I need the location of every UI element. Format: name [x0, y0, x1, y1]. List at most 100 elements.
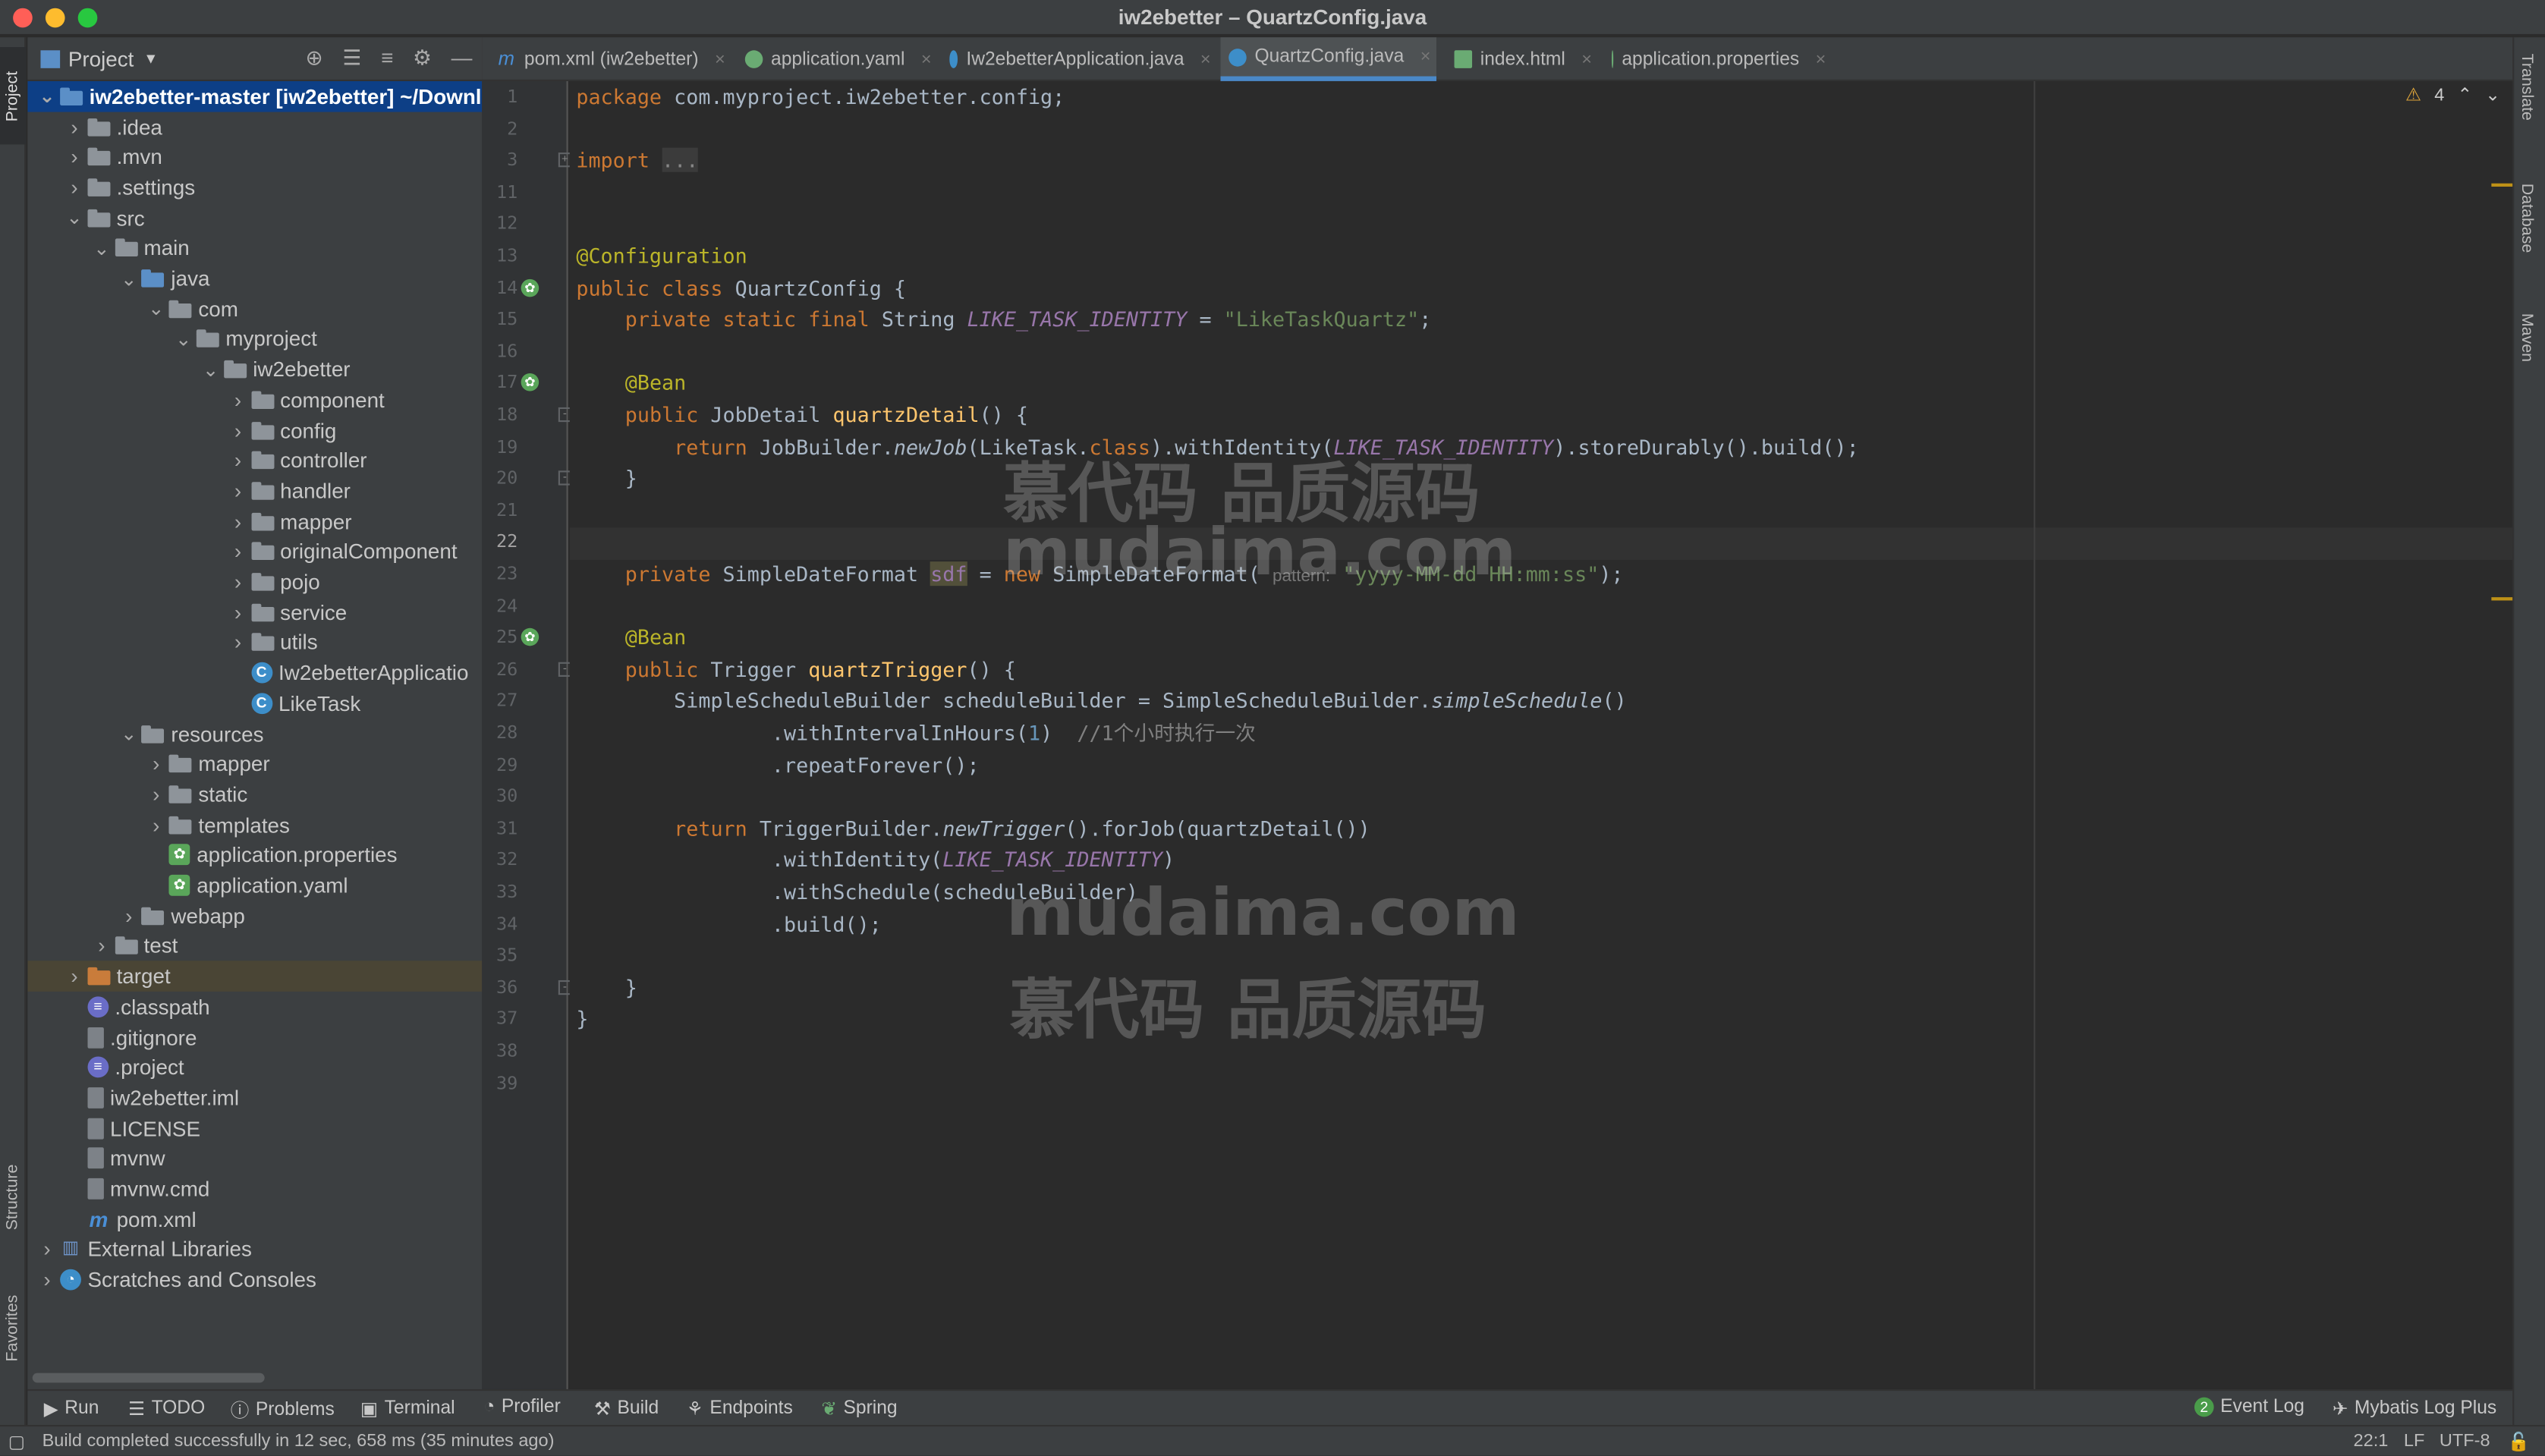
todo-tool-button[interactable]: ☰ TODO — [128, 1398, 205, 1420]
warning-marker[interactable] — [2491, 183, 2513, 187]
chevron-right-icon[interactable]: › — [228, 539, 248, 564]
line-number[interactable]: 27 — [482, 685, 517, 717]
tree-item[interactable]: C LikeTask — [27, 688, 482, 719]
caret-position[interactable]: 22:1 — [2354, 1432, 2389, 1451]
event-log-button[interactable]: 2 Event Log — [2194, 1397, 2304, 1417]
line-number[interactable]: 34 — [482, 908, 517, 940]
terminal-tool-button[interactable]: ▣ Terminal — [360, 1398, 455, 1420]
chevron-down-icon[interactable]: ⌄ — [201, 358, 221, 381]
tree-item[interactable]: › .idea — [27, 112, 482, 142]
minimize-window-button[interactable] — [45, 8, 65, 28]
chevron-right-icon[interactable]: › — [64, 115, 84, 139]
database-tool-tab[interactable]: Database — [2518, 184, 2536, 253]
line-number[interactable]: 36 — [482, 972, 517, 1004]
tree-item[interactable]: › originalComponent — [27, 536, 482, 567]
tree-item[interactable]: › mapper — [27, 749, 482, 779]
run-tool-button[interactable]: ▶ Run — [44, 1398, 99, 1420]
line-number[interactable]: 21 — [482, 495, 517, 527]
line-number[interactable]: 2 — [482, 113, 517, 145]
code-line[interactable]: package com.myproject.iw2ebetter.config; — [576, 81, 1065, 113]
close-icon[interactable]: × — [715, 49, 725, 69]
tree-item[interactable]: .gitignore — [27, 1022, 482, 1052]
code-line[interactable]: public Trigger quartzTrigger() { — [576, 654, 1016, 686]
maven-tool-tab[interactable]: Maven — [2518, 313, 2536, 362]
close-icon[interactable]: × — [1816, 49, 1826, 69]
locate-icon[interactable]: ⊕ — [306, 46, 323, 71]
chevron-down-icon[interactable]: ⌄ — [37, 85, 57, 108]
expand-all-icon[interactable]: ☰ — [343, 46, 362, 71]
chevron-right-icon[interactable]: › — [64, 964, 84, 989]
editor-tab[interactable]: application.yaml × — [737, 37, 932, 81]
line-number[interactable]: 13 — [482, 241, 517, 272]
bean-gutter-icon[interactable]: ✿ — [521, 278, 540, 297]
chevron-right-icon[interactable]: › — [64, 145, 84, 169]
line-number[interactable]: 22 — [482, 527, 517, 558]
chevron-down-icon[interactable]: ⌄ — [92, 237, 112, 259]
tree-item[interactable]: ⌄ java — [27, 263, 482, 294]
tree-item[interactable]: › target — [27, 961, 483, 992]
line-number[interactable]: 31 — [482, 813, 517, 844]
bean-gutter-icon[interactable]: ✿ — [521, 628, 540, 646]
close-icon[interactable]: × — [1581, 49, 1592, 69]
chevron-right-icon[interactable]: › — [228, 448, 248, 473]
chevron-right-icon[interactable]: › — [37, 1268, 57, 1292]
tree-item[interactable]: › component — [27, 385, 482, 415]
lock-icon[interactable]: 🔓 — [2508, 1432, 2530, 1453]
line-number[interactable]: 3 — [482, 145, 517, 177]
chevron-right-icon[interactable]: › — [37, 1237, 57, 1262]
tree-item[interactable]: ⌄ main — [27, 233, 482, 263]
code-line[interactable]: @Bean — [576, 367, 687, 399]
tree-item[interactable]: ⌄ resources — [27, 719, 482, 749]
line-number[interactable]: 18 — [482, 399, 517, 431]
line-number[interactable]: 32 — [482, 844, 517, 876]
file-encoding[interactable]: UTF-8 — [2440, 1432, 2490, 1451]
code-editor[interactable]: package com.myproject.iw2ebetter.config;… — [569, 80, 2513, 1389]
tree-item[interactable]: › webapp — [27, 901, 482, 931]
chevron-right-icon[interactable]: › — [146, 813, 166, 837]
line-number[interactable]: 12 — [482, 209, 517, 241]
code-line[interactable]: } — [576, 972, 637, 1004]
line-number[interactable]: 39 — [482, 1068, 517, 1099]
tree-item[interactable]: C Iw2ebetterApplicatio — [27, 658, 482, 688]
line-number[interactable]: 19 — [482, 431, 517, 463]
chevron-right-icon[interactable]: › — [64, 175, 84, 200]
chevron-right-icon[interactable]: › — [228, 388, 248, 412]
tree-item[interactable]: › service — [27, 597, 482, 627]
tree-item[interactable]: › ◔ Scratches and Consoles — [27, 1265, 482, 1295]
chevron-up-icon[interactable]: ⌃ — [2457, 84, 2472, 105]
chevron-right-icon[interactable]: › — [119, 904, 139, 928]
chevron-down-icon[interactable]: ⌄ — [174, 328, 193, 351]
tree-item[interactable]: mvnw.cmd — [27, 1174, 482, 1204]
bean-gutter-icon[interactable]: ✿ — [521, 373, 540, 392]
line-number[interactable]: 14 — [482, 272, 517, 303]
code-line[interactable]: .build(); — [576, 908, 882, 940]
profiler-tool-button[interactable]: ◔ Profiler — [483, 1398, 560, 1417]
tree-item[interactable]: ⌄ iw2ebetter-master [iw2ebetter] ~/Downl — [27, 80, 483, 112]
code-line[interactable]: .repeatForever(); — [576, 749, 980, 781]
line-number[interactable]: 16 — [482, 335, 517, 367]
line-number[interactable]: 24 — [482, 590, 517, 622]
chevron-down-icon[interactable]: ⌄ — [119, 722, 139, 745]
code-line[interactable]: @Configuration — [576, 241, 747, 272]
line-number[interactable]: 20 — [482, 463, 517, 495]
tree-item[interactable]: ⌄ iw2ebetter — [27, 354, 482, 385]
tree-item[interactable]: › utils — [27, 627, 482, 658]
editor-tab[interactable]: index.html × — [1446, 37, 1594, 81]
chevron-right-icon[interactable]: › — [92, 934, 112, 958]
close-icon[interactable]: × — [1200, 49, 1211, 69]
project-panel-title[interactable]: Project — [68, 46, 134, 71]
code-line[interactable]: public JobDetail quartzDetail() { — [576, 399, 1028, 431]
chevron-right-icon[interactable]: › — [228, 509, 248, 533]
editor-tab[interactable]: application.properties × — [1603, 37, 1826, 81]
hide-panel-icon[interactable]: — — [451, 46, 473, 71]
close-icon[interactable]: × — [1420, 47, 1431, 67]
code-line[interactable]: .withIdentity(LIKE_TASK_IDENTITY) — [576, 844, 1175, 876]
tree-item[interactable]: › .settings — [27, 172, 482, 203]
line-number[interactable]: 30 — [482, 781, 517, 813]
tree-item[interactable]: LICENSE — [27, 1113, 482, 1143]
code-line[interactable]: SimpleScheduleBuilder scheduleBuilder = … — [576, 685, 1627, 717]
tree-item[interactable]: › templates — [27, 810, 482, 840]
favorites-tool-tab[interactable]: Favorites — [0, 1271, 26, 1385]
chevron-right-icon[interactable]: › — [146, 752, 166, 776]
endpoints-tool-button[interactable]: ⚘ Endpoints — [687, 1398, 793, 1420]
